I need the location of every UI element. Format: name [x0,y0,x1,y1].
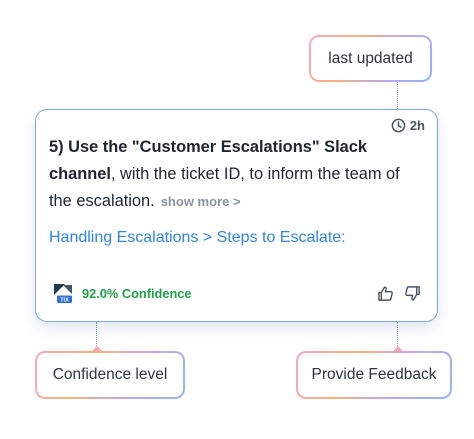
last-updated-connector [397,82,398,109]
thumbs-up-icon[interactable] [377,285,394,302]
feedback-buttons [377,285,421,302]
zendesk-logo-icon: TIX [52,282,74,304]
confidence-text: 92.0% Confidence [82,285,192,301]
last-updated-callout: last updated [309,35,432,82]
confidence-indicator: TIX 92.0% Confidence [52,282,192,304]
answer-card: 2h 5) Use the "Customer Escalations" Sla… [35,109,438,322]
timestamp-text: 2h [409,118,425,133]
provide-feedback-label: Provide Feedback [298,353,450,397]
confidence-level-label: Confidence level [37,353,183,397]
last-updated-time: 2h [391,118,425,133]
confidence-connector [96,322,97,346]
provide-feedback-callout: Provide Feedback [296,351,452,399]
thumbs-down-icon[interactable] [404,285,421,302]
show-more-link[interactable]: show more > [161,194,241,209]
last-updated-label: last updated [311,37,430,80]
clock-icon [391,118,406,133]
feedback-connector [397,322,398,346]
logo-text: TIX [60,297,69,303]
confidence-level-callout: Confidence level [35,351,185,399]
answer-text: 5) Use the "Customer Escalations" Slack … [49,134,409,215]
source-article-link[interactable]: Handling Escalations > Steps to Escalate… [49,229,346,247]
